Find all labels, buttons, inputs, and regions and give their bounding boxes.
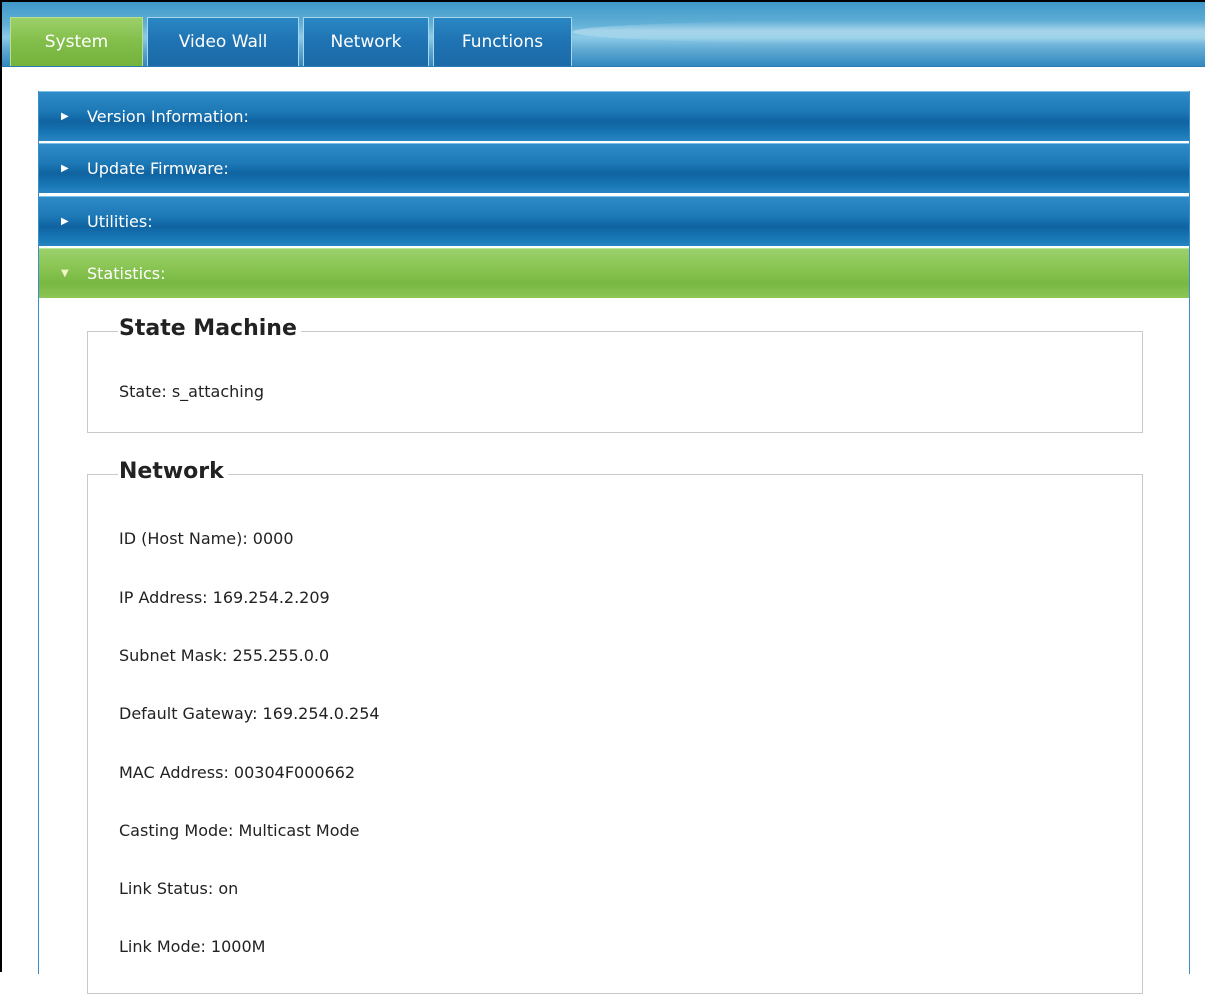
tab-video-wall-label: Video Wall <box>178 32 268 52</box>
triangle-right-icon: ▶ <box>61 111 69 122</box>
accordion-utilities-label: Utilities: <box>87 212 153 231</box>
ip-address-row: IP Address: 169.254.2.209 <box>119 588 330 607</box>
link-mode-row: Link Mode: 1000M <box>119 937 266 956</box>
tab-system-label: System <box>44 32 109 52</box>
tab-functions-label: Functions <box>461 32 544 52</box>
default-gateway-row: Default Gateway: 169.254.0.254 <box>119 704 380 723</box>
accordion-statistics[interactable]: ▼ Statistics: <box>39 248 1189 298</box>
accordion-version-information[interactable]: ▶ Version Information: <box>39 91 1189 141</box>
tab-functions[interactable]: Functions <box>433 17 572 66</box>
tab-system[interactable]: System <box>10 17 143 66</box>
accordion-update-firmware[interactable]: ▶ Update Firmware: <box>39 143 1189 193</box>
triangle-right-icon: ▶ <box>61 216 69 227</box>
accordion-version-information-label: Version Information: <box>87 107 249 126</box>
tab-bar-sheen <box>572 20 1207 44</box>
state-machine-title: State Machine <box>118 316 301 341</box>
link-status-row: Link Status: on <box>119 879 239 898</box>
tab-video-wall[interactable]: Video Wall <box>147 17 299 66</box>
state-value: State: s_attaching <box>119 382 264 401</box>
triangle-right-icon: ▶ <box>61 163 69 174</box>
accordion-statistics-label: Statistics: <box>87 264 166 283</box>
app-frame: System Video Wall Network Functions ▶ Ve… <box>0 0 1207 994</box>
tab-bar: System Video Wall Network Functions <box>2 2 1207 67</box>
casting-mode-row: Casting Mode: Multicast Mode <box>119 821 360 840</box>
mac-address-row: MAC Address: 00304F000662 <box>119 763 356 782</box>
host-name-row: ID (Host Name): 0000 <box>119 529 294 548</box>
content-panel: ▶ Version Information: ▶ Update Firmware… <box>38 91 1190 994</box>
tab-network-label: Network <box>330 32 402 52</box>
accordion-update-firmware-label: Update Firmware: <box>87 159 229 178</box>
accordion-utilities[interactable]: ▶ Utilities: <box>39 196 1189 246</box>
state-machine-fieldset: State Machine State: s_attaching <box>87 316 1143 433</box>
tab-network[interactable]: Network <box>303 17 429 66</box>
network-fieldset: Network ID (Host Name): 0000 IP Address:… <box>87 459 1143 994</box>
subnet-mask-row: Subnet Mask: 255.255.0.0 <box>119 646 330 665</box>
network-title: Network <box>118 459 228 484</box>
triangle-down-icon: ▼ <box>61 268 69 279</box>
